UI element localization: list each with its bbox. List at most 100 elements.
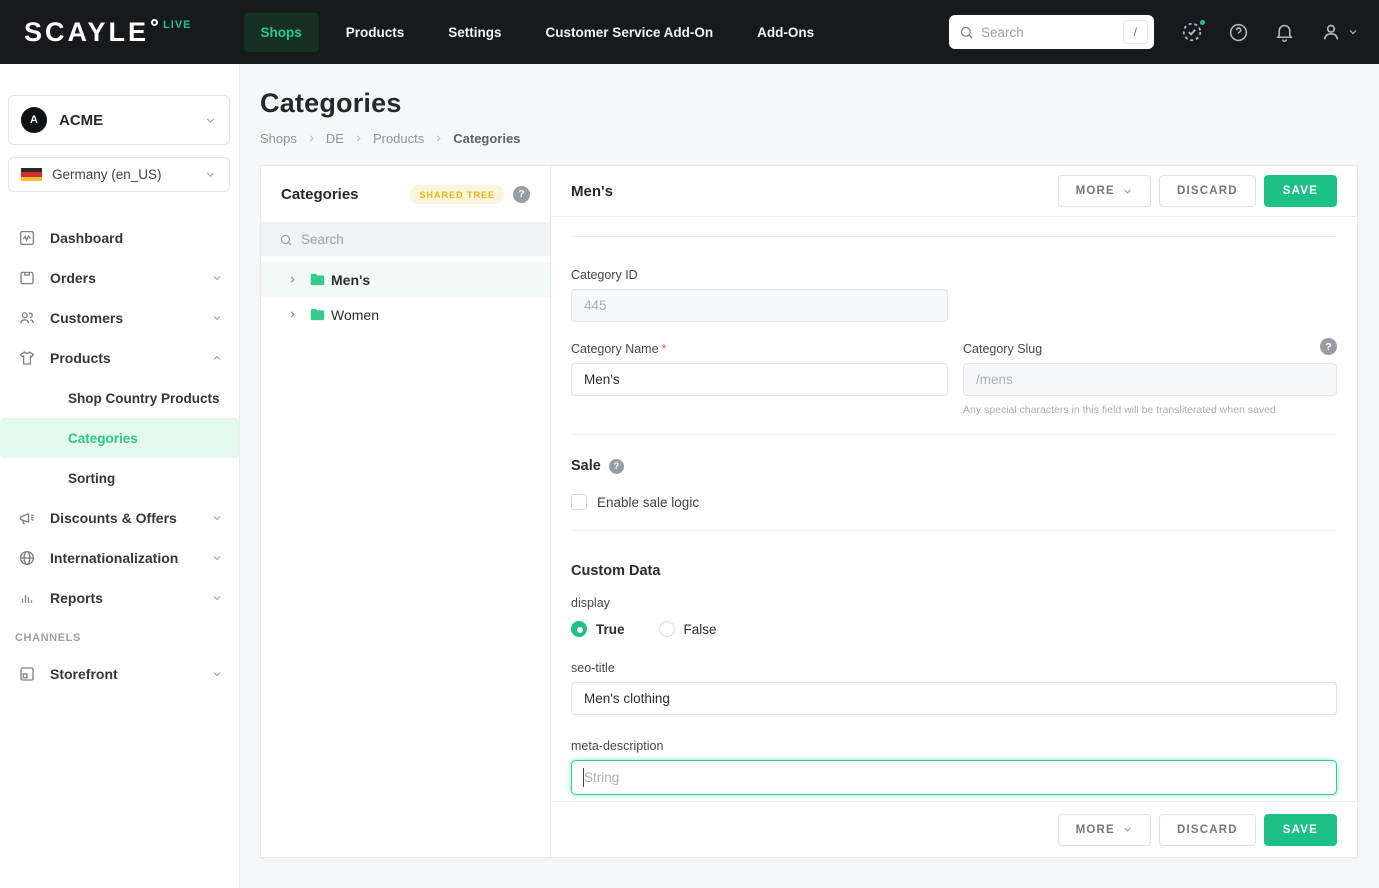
detail-footer: MORE DISCARD SAVE [551,801,1357,857]
folder-icon [310,308,325,321]
chevron-right-icon[interactable] [287,309,298,320]
required-asterisk: * [661,342,667,356]
folder-icon [310,273,325,286]
sidebar-item-label: Categories [68,430,138,446]
help-icon[interactable]: ? [1320,338,1337,355]
search-icon [280,234,292,246]
top-nav-shops[interactable]: Shops [243,12,319,52]
breadcrumb-separator-icon [436,135,441,142]
top-nav-customer-service-addon[interactable]: Customer Service Add-On [529,13,731,52]
tree-panel-title: Categories [281,185,359,203]
radio-selected-icon[interactable] [571,621,587,637]
chevron-up-icon [213,355,221,360]
category-slug-field [963,363,1337,396]
breadcrumb-separator-icon [356,135,361,142]
discard-button[interactable]: DISCARD [1158,813,1256,846]
sidebar-item-internationalization[interactable]: Internationalization [0,538,239,578]
category-form: Category ID Category Name* Category Slug… [551,217,1357,801]
breadcrumb-products[interactable]: Products [373,131,424,146]
category-slug-label: Category Slug [963,342,1043,356]
sidebar-item-discounts-offers[interactable]: Discounts & Offers [0,498,239,538]
category-tree: Men's Women [261,256,550,332]
sidebar-item-sorting[interactable]: Sorting [0,458,239,498]
enable-sale-logic-checkbox[interactable] [571,494,587,510]
display-true-option[interactable]: True [571,621,625,637]
sidebar-item-customers[interactable]: Customers [0,298,239,338]
topbar: SCAYLE LIVE Shops Products Settings Cust… [0,0,1379,64]
display-radio-group: True False [571,621,1337,637]
sidebar-item-label: Dashboard [50,230,124,246]
display-field-label: display [571,596,610,610]
sidebar-item-label: Shop Country Products [68,390,220,406]
sidebar-item-products[interactable]: Products [0,338,239,378]
sale-section-title: Sale [571,458,601,474]
chevron-down-icon [213,596,221,601]
top-nav-products[interactable]: Products [329,13,422,52]
chevron-right-icon[interactable] [287,274,298,285]
scayle-logo[interactable]: SCAYLE LIVE [24,17,192,47]
megaphone-icon [19,513,34,525]
tenant-avatar: A [21,107,47,133]
breadcrumb-de[interactable]: DE [326,131,344,146]
save-button[interactable]: SAVE [1263,175,1337,207]
sidebar-item-label: Reports [50,590,103,606]
category-tree-panel: Categories SHARED TREE ? Men's Women [261,166,551,857]
sidebar-item-categories[interactable]: Categories [0,418,239,458]
tree-search[interactable] [261,223,550,256]
breadcrumb-separator-icon [309,135,314,142]
search-shortcut-key: / [1122,20,1148,44]
category-id-label: Category ID [571,268,638,282]
tree-search-input[interactable] [301,232,532,247]
sidebar-item-shop-country-products[interactable]: Shop Country Products [0,378,239,418]
global-search-input[interactable] [981,24,1123,40]
top-nav-addons[interactable]: Add-Ons [740,13,831,52]
more-button[interactable]: MORE [1057,175,1151,207]
sidebar-item-dashboard[interactable]: Dashboard [0,218,239,258]
category-name-label: Category Name * [571,342,948,356]
more-button[interactable]: MORE [1057,813,1151,846]
custom-data-section-title: Custom Data [571,563,661,579]
category-name-field[interactable] [571,363,948,396]
discard-button[interactable]: DISCARD [1158,175,1256,207]
tree-item-mens[interactable]: Men's [261,262,550,297]
category-name-label-text: Category Name [571,342,659,356]
help-icon[interactable]: ? [513,185,530,203]
tree-item-women[interactable]: Women [261,297,550,332]
tenant-selector[interactable]: A ACME [8,95,230,145]
sidebar-item-label: Internationalization [50,550,179,566]
status-check-icon[interactable] [1181,18,1207,43]
status-online-dot [1198,18,1207,27]
breadcrumb-shops[interactable]: Shops [260,131,297,146]
main-content: Categories Shops DE Products Categories … [240,64,1379,888]
locale-selector[interactable]: Germany (en_US) [8,157,230,192]
breadcrumb: Shops DE Products Categories [260,131,1358,146]
more-button-label: MORE [1075,185,1115,197]
account-menu[interactable] [1320,21,1359,43]
save-button[interactable]: SAVE [1263,813,1337,846]
sidebar-item-orders[interactable]: Orders [0,258,239,298]
bar-chart-icon [21,595,33,603]
categories-card: Categories SHARED TREE ? Men's Women [260,165,1358,858]
help-icon[interactable]: ? [608,458,624,474]
meta-description-field[interactable] [571,760,1337,795]
help-circle-icon[interactable] [1228,22,1249,43]
display-false-option[interactable]: False [658,621,717,637]
enable-sale-logic-option[interactable]: Enable sale logic [571,494,1337,510]
seo-title-field[interactable] [571,682,1337,715]
sidebar-section-channels: CHANNELS [15,632,81,644]
category-id-field [571,289,948,322]
products-icon [19,351,35,365]
display-true-label: True [596,621,625,637]
logo-ring-icon [151,19,159,26]
globe-icon [19,550,35,566]
radio-unselected-icon[interactable] [658,621,675,637]
sidebar-item-reports[interactable]: Reports [0,578,239,618]
dashboard-icon [19,230,35,246]
display-false-label: False [683,621,717,637]
global-search[interactable]: / [949,15,1154,49]
sidebar-item-storefront[interactable]: Storefront [0,654,239,694]
account-icon [1323,24,1339,40]
bell-icon[interactable] [1274,22,1295,43]
top-nav-settings[interactable]: Settings [431,13,518,52]
locale-label: Germany (en_US) [52,167,162,182]
